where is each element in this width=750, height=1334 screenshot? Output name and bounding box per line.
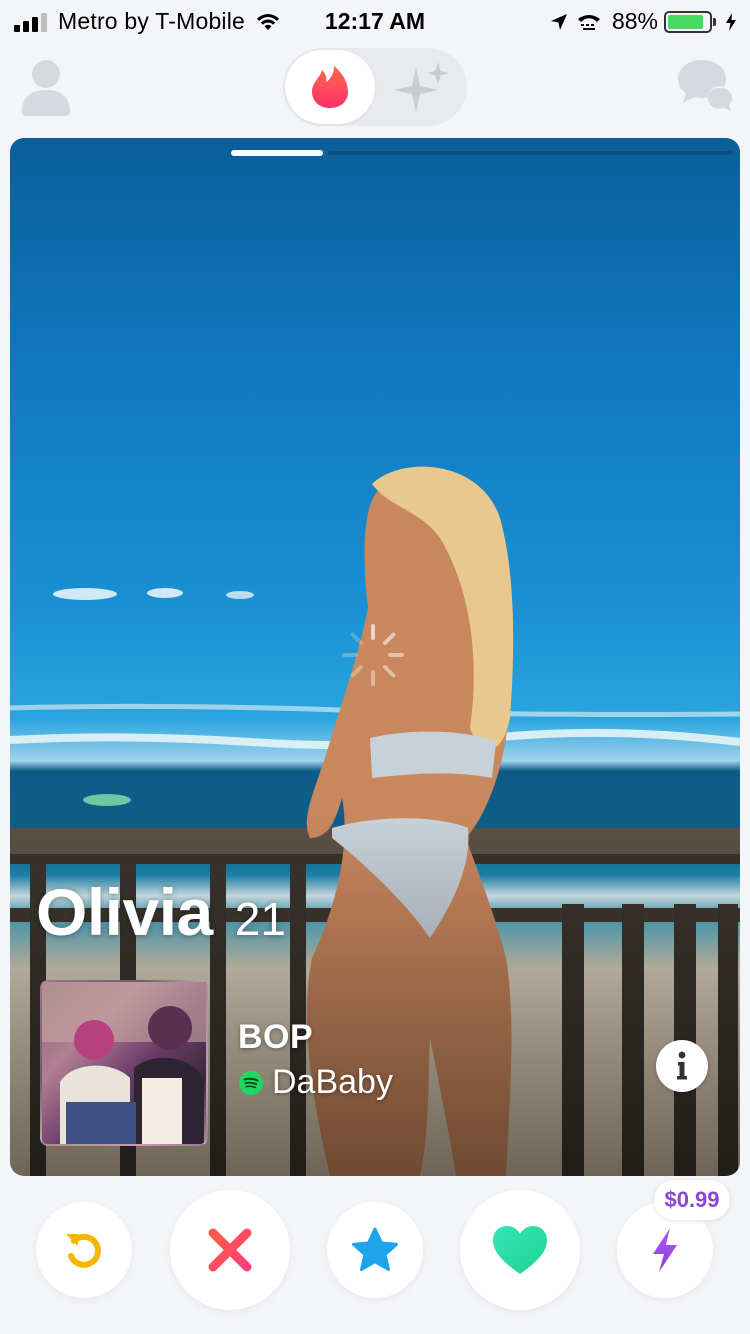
sparkles-icon bbox=[394, 62, 449, 112]
battery-percent: 88% bbox=[611, 8, 658, 34]
tab-top-picks[interactable] bbox=[379, 50, 465, 124]
profile-card[interactable]: Olivia 21 BOP DaBaby bbox=[10, 138, 740, 1176]
person-icon bbox=[22, 60, 70, 116]
album-art bbox=[40, 980, 208, 1146]
song-artist-row: DaBaby bbox=[238, 1063, 393, 1102]
song-artist: DaBaby bbox=[272, 1063, 393, 1101]
battery-icon bbox=[664, 10, 716, 33]
status-bar: Metro by T-Mobile 12:17 AM 88% bbox=[0, 0, 750, 40]
battery-level bbox=[668, 14, 704, 29]
song-info: BOP DaBaby bbox=[238, 1018, 393, 1102]
info-icon bbox=[677, 1051, 687, 1080]
discovery-mode-toggle bbox=[283, 48, 467, 126]
profile-info-button[interactable] bbox=[656, 1040, 708, 1092]
profile-name: Olivia bbox=[36, 875, 213, 949]
nope-button[interactable] bbox=[170, 1190, 290, 1310]
profile-name-row: Olivia 21 bbox=[36, 874, 286, 950]
profile-button[interactable] bbox=[18, 54, 74, 116]
anthem-song[interactable]: BOP DaBaby bbox=[40, 980, 393, 1146]
messages-button[interactable] bbox=[676, 56, 736, 114]
spotify-icon bbox=[239, 1070, 263, 1095]
flame-icon bbox=[312, 66, 348, 108]
x-icon bbox=[208, 1228, 252, 1272]
profile-age: 21 bbox=[234, 893, 286, 945]
heart-icon bbox=[493, 1226, 547, 1274]
chat-bubbles-icon bbox=[678, 60, 732, 111]
location-arrow-icon bbox=[550, 13, 567, 30]
star-icon bbox=[352, 1227, 398, 1271]
loading-spinner-icon bbox=[342, 624, 404, 686]
like-button[interactable] bbox=[460, 1190, 580, 1310]
lightning-icon bbox=[653, 1228, 677, 1272]
super-like-button[interactable] bbox=[327, 1202, 423, 1298]
album-art-image bbox=[42, 982, 206, 1144]
rewind-icon bbox=[66, 1233, 101, 1268]
tty-icon bbox=[577, 14, 600, 30]
song-title: BOP bbox=[238, 1018, 314, 1056]
photo-progress-remaining bbox=[328, 151, 732, 155]
tab-swipe[interactable] bbox=[285, 50, 375, 124]
charging-bolt-icon bbox=[726, 12, 736, 31]
status-right: 88% bbox=[542, 8, 738, 35]
boost-price-badge: $0.99 bbox=[654, 1180, 730, 1220]
photo-progress-active bbox=[231, 150, 323, 156]
rewind-button[interactable] bbox=[36, 1202, 132, 1298]
top-nav bbox=[0, 44, 750, 130]
